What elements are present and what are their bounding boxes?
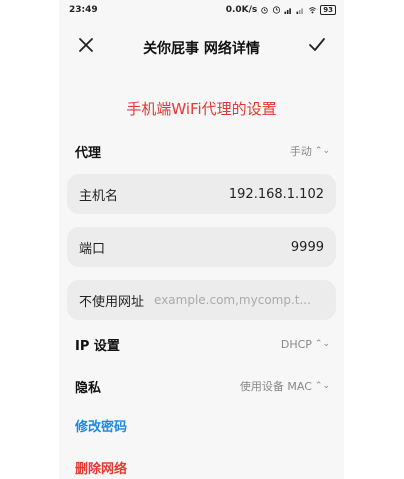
hostname-field[interactable]: 主机名 192.168.1.102	[67, 174, 336, 214]
status-icons: 0.0K/s 93	[226, 5, 336, 15]
port-value[interactable]: 9999	[291, 240, 324, 255]
delete-network-button[interactable]: 删除网络	[75, 458, 127, 477]
hostname-label: 主机名	[79, 188, 119, 204]
privacy-label: 隐私	[75, 380, 102, 396]
status-bar: 23:49 0.0K/s 93	[59, 0, 344, 22]
hostname-value[interactable]: 192.168.1.102	[229, 187, 324, 202]
bypass-input[interactable]	[152, 292, 324, 308]
header: 关你屁事 网络详情	[59, 30, 344, 62]
wifi-icon	[309, 7, 317, 14]
updown-chevron-icon: ⌃⌄	[314, 146, 330, 156]
ip-settings-value: DHCP	[280, 337, 312, 351]
bypass-label: 不使用网址	[79, 294, 145, 310]
page-title: 关你屁事 网络详情	[143, 41, 260, 57]
port-label: 端口	[79, 241, 106, 257]
privacy-value: 使用设备 MAC	[239, 380, 312, 393]
signal-2-icon	[296, 8, 304, 14]
clock-icon	[273, 6, 281, 14]
status-time: 23:49	[69, 5, 98, 15]
proxy-select[interactable]: 手动 ⌃⌄	[290, 143, 330, 159]
proxy-row[interactable]: 代理 手动 ⌃⌄	[75, 140, 330, 162]
check-icon[interactable]	[308, 36, 326, 54]
phone-screen: 23:49 0.0K/s 93 关你屁事 网络详情 手机端WiFi代理的设置 代…	[59, 0, 344, 479]
network-speed: 0.0K/s	[225, 5, 258, 15]
signal-icon	[284, 8, 292, 14]
updown-chevron-icon: ⌃⌄	[314, 339, 330, 349]
modify-password-button[interactable]: 修改密码	[75, 416, 127, 435]
annotation-text: 手机端WiFi代理的设置	[126, 100, 277, 118]
ip-settings-row[interactable]: IP 设置 DHCP ⌃⌄	[75, 333, 330, 355]
alarm-icon	[261, 7, 268, 14]
updown-chevron-icon: ⌃⌄	[314, 381, 330, 391]
privacy-select[interactable]: 使用设备 MAC ⌃⌄	[240, 378, 330, 394]
bypass-field[interactable]: 不使用网址	[67, 280, 336, 320]
ip-settings-label: IP 设置	[75, 338, 120, 354]
port-field[interactable]: 端口 9999	[67, 227, 336, 267]
battery-indicator: 93	[320, 5, 336, 15]
proxy-label: 代理	[75, 145, 102, 161]
ip-settings-select[interactable]: DHCP ⌃⌄	[281, 338, 330, 351]
proxy-value: 手动	[289, 145, 312, 158]
privacy-row[interactable]: 隐私 使用设备 MAC ⌃⌄	[75, 375, 330, 397]
